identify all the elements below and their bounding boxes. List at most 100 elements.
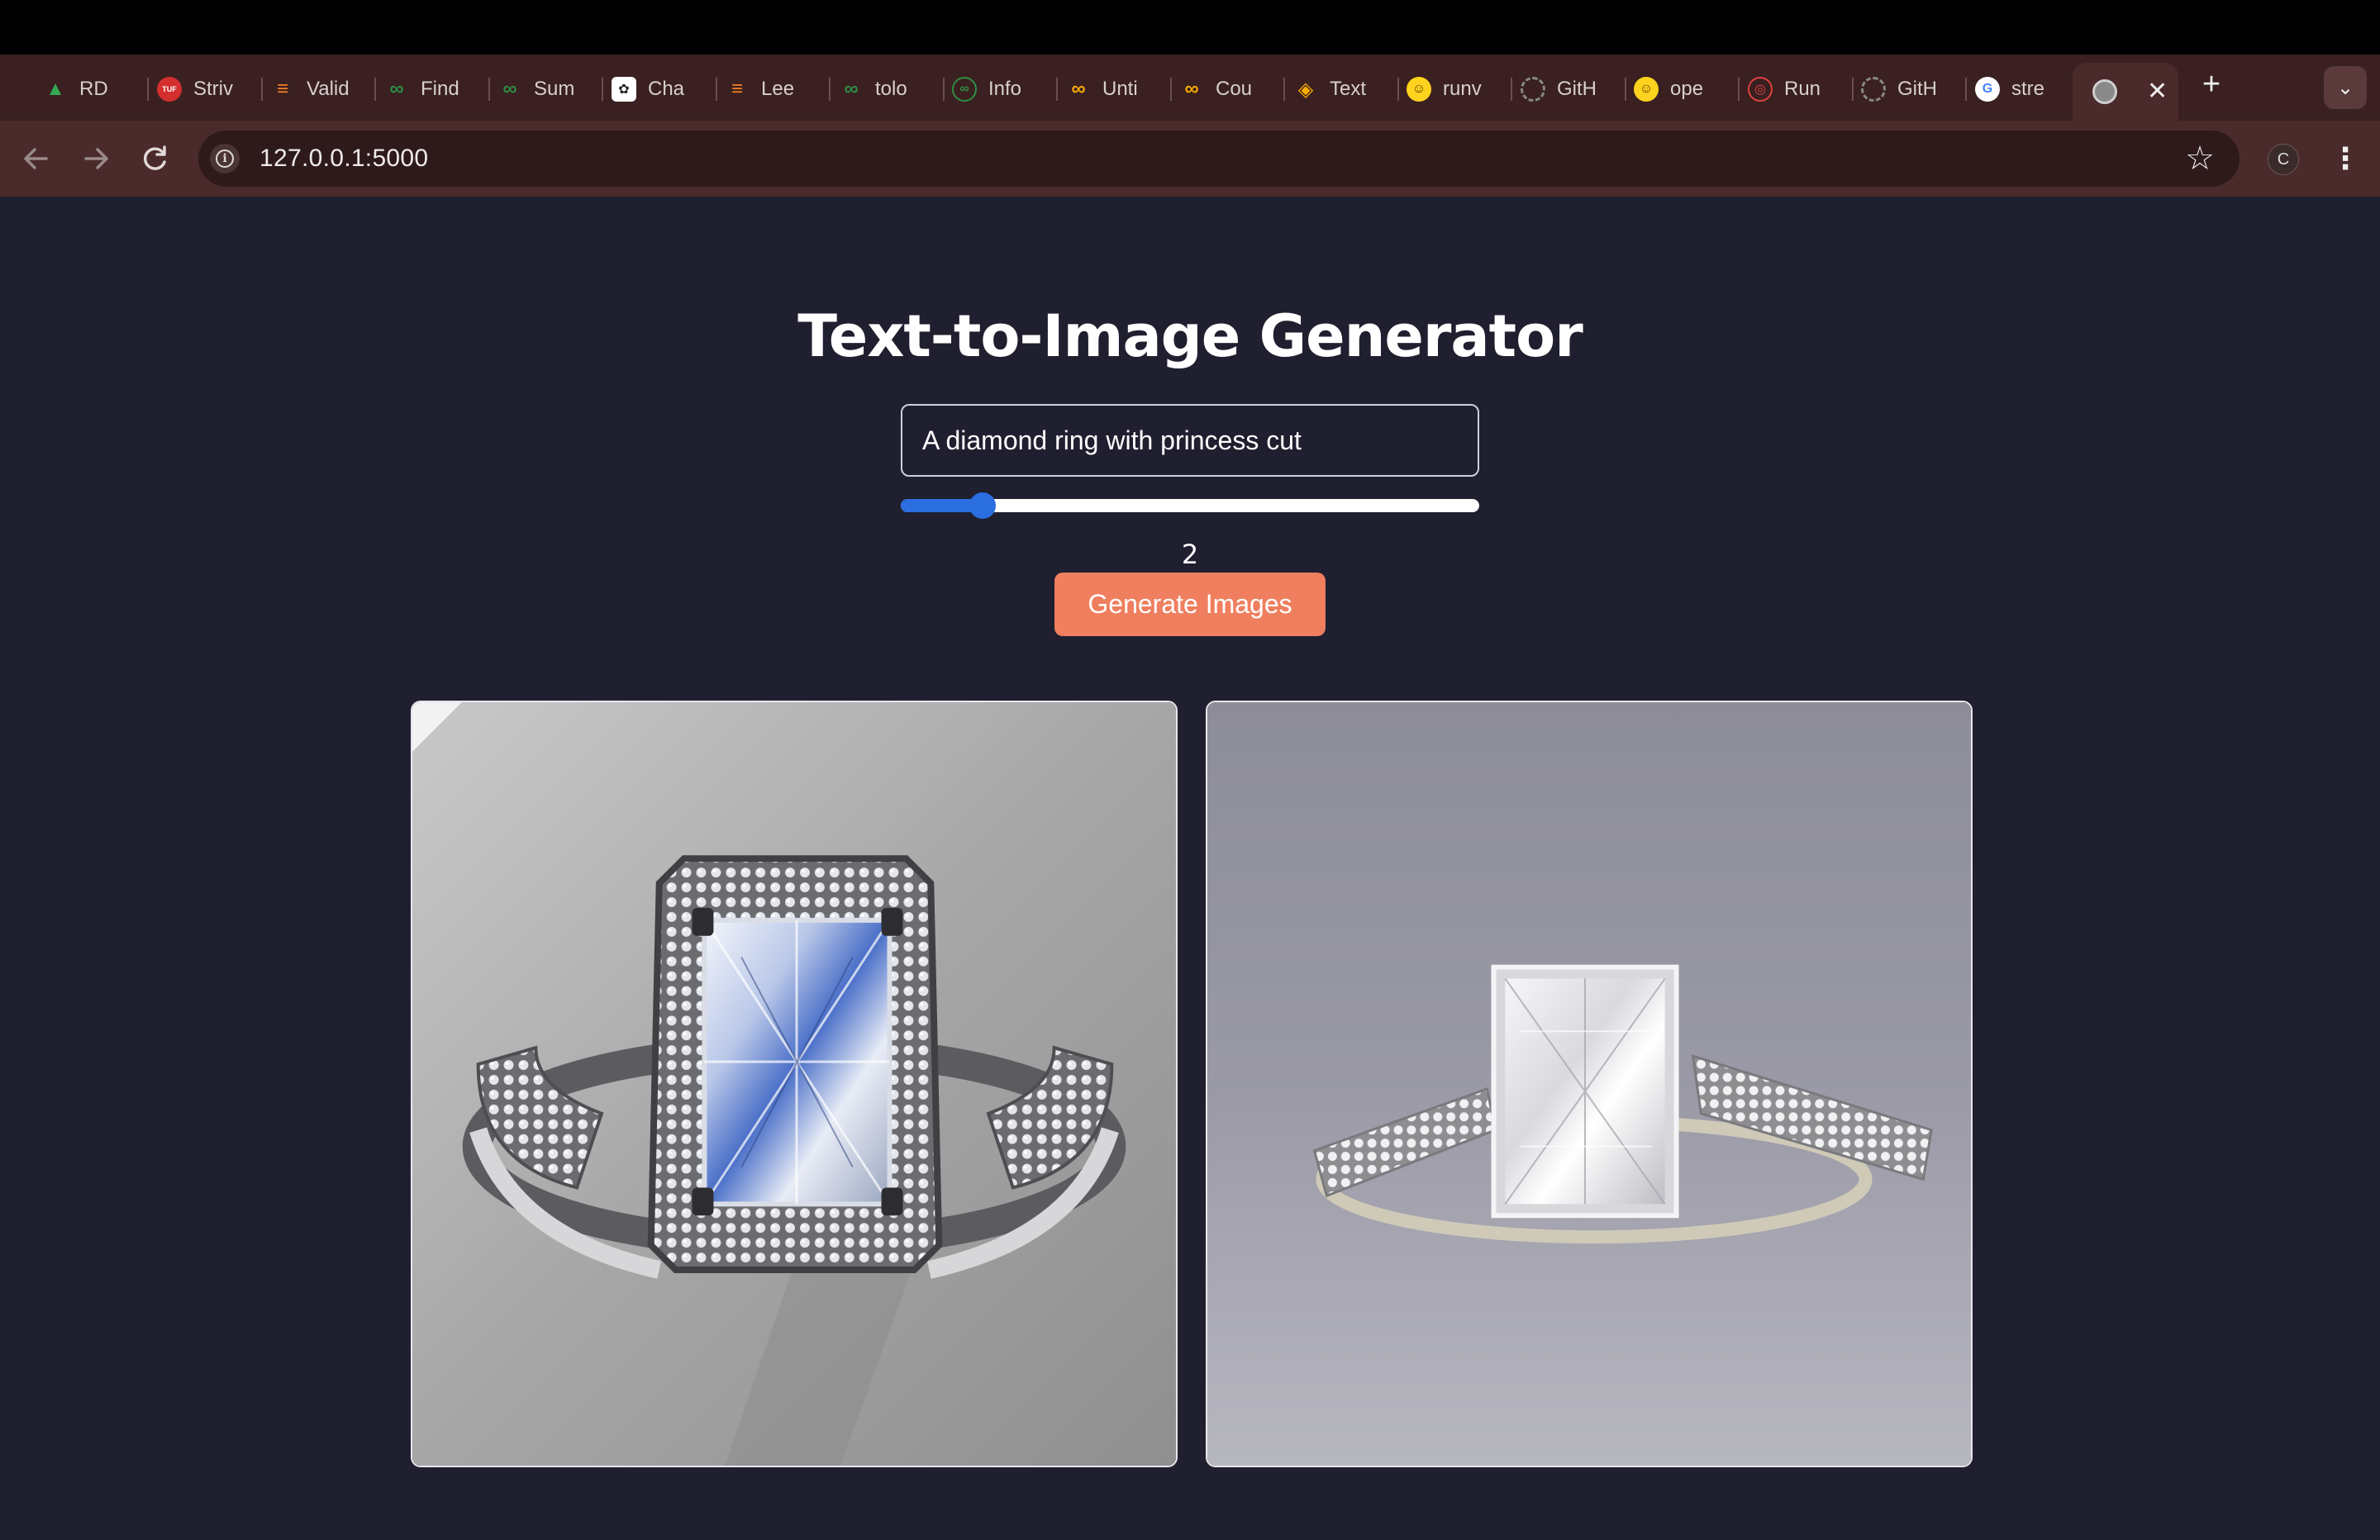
drive-icon: ▲ xyxy=(45,78,65,100)
tab-label: Info xyxy=(988,78,1022,100)
tab-separator xyxy=(943,78,945,101)
generated-image-1 xyxy=(411,701,1178,1467)
browser-tab[interactable]: ✿ Cha xyxy=(612,66,717,112)
browser-tab[interactable]: Gstre xyxy=(1975,66,2081,112)
page-title: Text-to-Image Generator xyxy=(797,302,1583,370)
tab-label: stre xyxy=(2011,78,2045,100)
browser-tab[interactable]: GitH xyxy=(1861,66,1967,112)
browser-toolbar: i 127.0.0.1:5000 ☆ C ⋮ xyxy=(0,121,2380,197)
gfg-icon: ∞ xyxy=(502,78,517,100)
tab-separator xyxy=(829,78,831,101)
browser-tab[interactable]: GitH xyxy=(1521,66,1626,112)
browser-tab[interactable]: ∞ tolo xyxy=(839,66,945,112)
tab-label: tolo xyxy=(875,78,907,100)
tab-separator xyxy=(1965,78,1967,101)
tab-label: Cou xyxy=(1216,78,1253,100)
tab-separator xyxy=(374,78,376,101)
tuf-icon: TUF xyxy=(157,77,182,102)
globe-icon xyxy=(2092,79,2117,104)
loading-icon xyxy=(1521,77,1545,102)
tab-label: Sum xyxy=(534,78,575,100)
prompt-input[interactable] xyxy=(901,404,1479,477)
gfg-icon: ∞ xyxy=(389,78,404,100)
browser-tab[interactable]: ∞ Unti xyxy=(1066,66,1172,112)
browser-tab[interactable]: ∞ Sum xyxy=(497,66,603,112)
replicate-icon: ◎ xyxy=(1748,77,1773,102)
tab-label: Striv xyxy=(193,78,233,100)
tab-label: GitH xyxy=(1557,78,1597,100)
menu-kebab-icon[interactable]: ⋮ xyxy=(2330,137,2360,180)
arrow-left-icon xyxy=(24,148,48,169)
site-info-icon[interactable]: i xyxy=(210,144,240,173)
stack-icon: ≡ xyxy=(276,78,288,100)
tab-separator xyxy=(1852,78,1854,101)
layers-icon: ◈ xyxy=(1297,78,1314,101)
image-count-slider[interactable] xyxy=(901,491,1479,520)
slider-thumb[interactable] xyxy=(969,492,996,519)
tab-separator xyxy=(1170,78,1172,101)
google-icon: G xyxy=(1975,77,2000,102)
tab-label: Unti xyxy=(1102,78,1138,100)
openai-icon: ✿ xyxy=(612,77,636,102)
tab-label: GitH xyxy=(1897,78,1937,100)
browser-tab[interactable]: TUF Striv xyxy=(157,66,263,112)
browser-tab[interactable]: ∞ Info xyxy=(952,66,1058,112)
back-button[interactable] xyxy=(15,137,58,180)
tab-label: RD xyxy=(79,78,108,100)
address-bar[interactable]: i 127.0.0.1:5000 ☆ xyxy=(198,131,2240,187)
browser-tab[interactable]: ≡ Valid xyxy=(270,66,376,112)
browser-tab[interactable]: ∞ Cou xyxy=(1179,66,1285,112)
browser-tab[interactable]: ◈ Text xyxy=(1293,66,1399,112)
url-text: 127.0.0.1:5000 xyxy=(259,145,429,172)
forward-button[interactable] xyxy=(74,137,117,180)
browser-tab[interactable]: ☺ runv xyxy=(1407,66,1512,112)
tab-label: Find xyxy=(421,78,459,100)
app-page: Text-to-Image Generator 2 Generate Image… xyxy=(0,197,2380,1540)
browser-tab[interactable]: ∞ Find xyxy=(384,66,490,112)
tab-separator xyxy=(1056,78,1058,101)
tab-separator xyxy=(147,78,149,101)
tab-label: ope xyxy=(1670,78,1704,100)
tab-separator xyxy=(1397,78,1399,101)
tab-label: Lee xyxy=(761,78,795,100)
tab-separator xyxy=(261,78,263,101)
tab-separator xyxy=(488,78,490,101)
profile-avatar[interactable]: C xyxy=(2268,144,2299,175)
tab-strip: ▲ RD TUF Striv ≡ Valid ∞ Find ∞ Sum ✿ Cha ≡ Lee ∞ tolo ∞… xyxy=(0,55,2380,121)
tab-separator xyxy=(1511,78,1512,101)
browser-tab[interactable]: ≡ Lee xyxy=(725,66,831,112)
generate-images-button[interactable]: Generate Images xyxy=(1054,573,1326,636)
tab-label: Cha xyxy=(648,78,685,100)
colab-icon: ∞ xyxy=(1184,78,1199,100)
tab-separator xyxy=(1625,78,1626,101)
browser-tab[interactable]: ☺ ope xyxy=(1634,66,1740,112)
browser-tab[interactable]: ◎ Run xyxy=(1748,66,1854,112)
colab-icon: ∞ xyxy=(1071,78,1086,100)
loading-icon xyxy=(1861,77,1886,102)
tab-label: Run xyxy=(1784,78,1821,100)
stack-icon: ≡ xyxy=(731,78,743,100)
tab-label: Valid xyxy=(307,78,350,100)
tab-separator xyxy=(716,78,717,101)
tab-search-button[interactable]: ⌄ xyxy=(2324,66,2367,109)
tab-separator xyxy=(1738,78,1740,101)
tab-label: Text xyxy=(1330,78,1367,100)
reload-icon xyxy=(143,145,166,170)
reload-button[interactable] xyxy=(134,137,177,180)
huggingface-icon: ☺ xyxy=(1407,77,1431,102)
image-count-value: 2 xyxy=(1181,539,1199,570)
close-tab-icon[interactable]: ✕ xyxy=(2147,79,2168,104)
gfg-ring-icon: ∞ xyxy=(952,77,977,102)
chevron-down-icon: ⌄ xyxy=(2336,76,2354,99)
arrow-right-icon xyxy=(84,148,108,169)
new-tab-button[interactable]: + xyxy=(2195,68,2228,101)
tab-separator xyxy=(1283,78,1285,101)
huggingface-icon: ☺ xyxy=(1634,77,1659,102)
tab-separator xyxy=(602,78,603,101)
tab-label: runv xyxy=(1443,78,1482,100)
active-tab[interactable]: ✕ xyxy=(2073,63,2178,121)
window-top-bar xyxy=(0,0,2380,55)
gfg-icon: ∞ xyxy=(844,78,859,100)
bookmark-star-icon[interactable]: ☆ xyxy=(2185,139,2215,178)
browser-tab[interactable]: ▲ RD xyxy=(43,66,149,112)
